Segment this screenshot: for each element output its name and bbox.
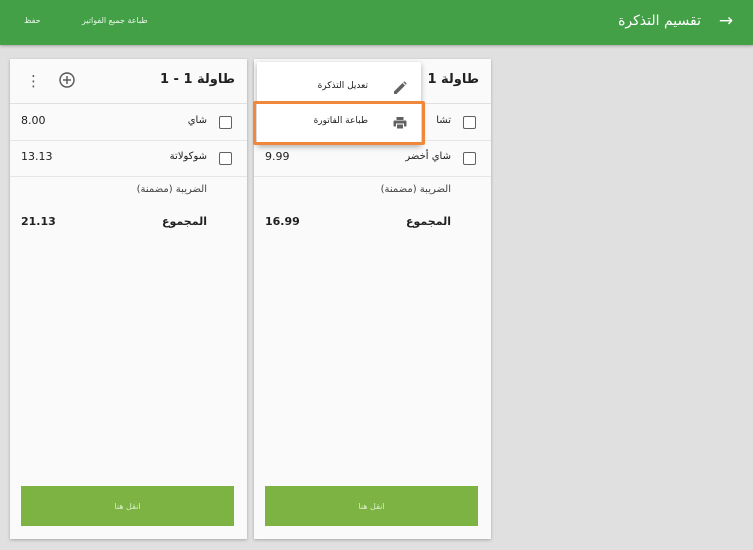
item-price: 13.13 (21, 150, 53, 163)
menu-item-label: تعديل التذكرة (317, 81, 368, 91)
back-arrow-icon[interactable]: → (716, 11, 736, 31)
total-label: المجموع (406, 215, 451, 228)
total-value: 21.13 (21, 215, 56, 228)
add-circle-icon[interactable] (58, 71, 76, 89)
item-name: شوكولاتة (169, 151, 207, 162)
save-button[interactable]: حفظ (24, 16, 41, 25)
tax-label: الضريبة (مضمنة) (380, 184, 451, 195)
print-all-invoices-button[interactable]: طباعة جميع الفواتير (82, 16, 148, 25)
total-value: 16.99 (265, 215, 300, 228)
highlight-outline (253, 101, 425, 145)
ticket-item-row[interactable]: شاي أخضر 9.99 (254, 141, 491, 177)
ticket-title: طاولة 1 - 1 (159, 72, 235, 87)
move-here-button[interactable]: انقل هنا (265, 486, 478, 526)
page-title: تقسيم التذكرة (618, 13, 701, 29)
total-row: المجموع 16.99 (254, 215, 491, 235)
item-checkbox[interactable] (219, 152, 232, 165)
ticket-card: طاولة 1 - 1 ⋮ شاي 8.00 شوكولاتة 13.13 ال… (10, 59, 247, 539)
item-checkbox[interactable] (463, 116, 476, 129)
item-price: 8.00 (21, 114, 46, 127)
pencil-icon (393, 80, 407, 94)
item-price: 9.99 (265, 150, 290, 163)
item-name: تشا (436, 115, 451, 126)
item-checkbox[interactable] (219, 116, 232, 129)
more-vert-icon[interactable]: ⋮ (26, 72, 41, 90)
app-bar: → تقسيم التذكرة طباعة جميع الفواتير حفظ (0, 0, 753, 45)
item-checkbox[interactable] (463, 152, 476, 165)
item-name: شاي أخضر (405, 151, 451, 162)
move-here-button[interactable]: انقل هنا (21, 486, 234, 526)
item-name: شاي (187, 115, 207, 126)
tax-label: الضريبة (مضمنة) (136, 184, 207, 195)
ticket-title: طاولة 1 (427, 72, 479, 87)
ticket-item-row[interactable]: شاي 8.00 (10, 105, 247, 141)
ticket-header: طاولة 1 - 1 ⋮ (10, 59, 247, 104)
total-label: المجموع (162, 215, 207, 228)
ticket-item-row[interactable]: شوكولاتة 13.13 (10, 141, 247, 177)
total-row: المجموع 21.13 (10, 215, 247, 235)
